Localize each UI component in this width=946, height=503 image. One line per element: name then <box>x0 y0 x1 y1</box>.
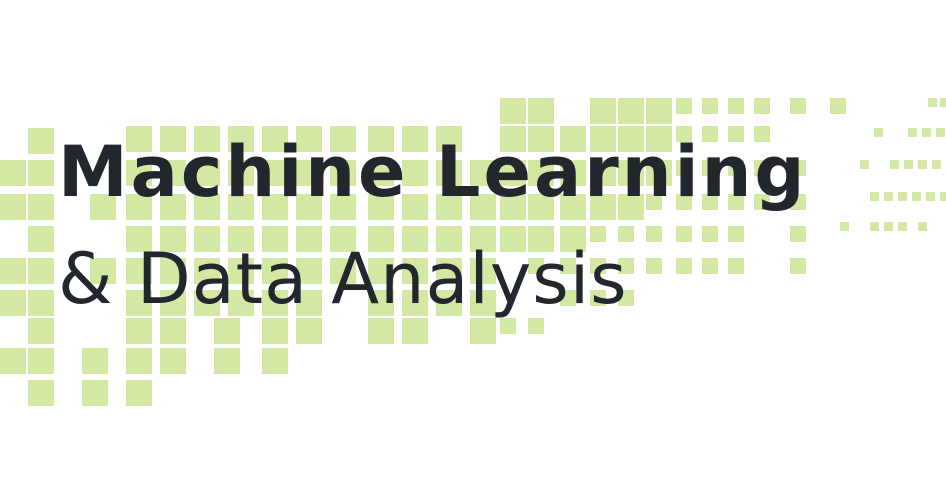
pattern-square <box>870 222 879 231</box>
pattern-square <box>528 98 554 124</box>
pattern-square <box>932 160 941 169</box>
pattern-square <box>840 222 849 231</box>
pattern-square <box>926 192 935 201</box>
pattern-square <box>754 98 770 114</box>
pattern-square <box>126 348 152 374</box>
pattern-square <box>918 160 927 169</box>
pattern-square <box>898 192 907 201</box>
pattern-square <box>500 98 526 124</box>
pattern-square <box>82 380 108 406</box>
pattern-square <box>528 318 544 334</box>
pattern-square <box>368 318 394 344</box>
pattern-square <box>884 192 893 201</box>
pattern-square <box>0 160 26 186</box>
pattern-square <box>728 258 744 274</box>
pattern-square <box>676 258 692 274</box>
pattern-square <box>874 128 883 137</box>
pattern-square <box>940 192 946 201</box>
pattern-square <box>904 160 913 169</box>
pattern-square <box>262 318 288 344</box>
pattern-square <box>922 128 931 137</box>
pattern-square <box>402 318 428 344</box>
pattern-square <box>702 226 718 242</box>
pattern-square <box>728 98 744 114</box>
pattern-square <box>0 290 26 316</box>
pattern-square <box>884 222 893 231</box>
pattern-square <box>262 348 288 374</box>
pattern-square <box>500 318 516 334</box>
pattern-square <box>908 128 917 137</box>
pattern-square <box>898 222 907 231</box>
pattern-square <box>28 380 54 406</box>
pattern-square <box>0 348 26 374</box>
pattern-square <box>936 128 945 137</box>
pattern-square <box>646 226 662 242</box>
pattern-square <box>28 258 54 284</box>
pattern-square <box>928 98 937 107</box>
pattern-square <box>646 98 672 124</box>
pattern-square <box>28 194 54 220</box>
pattern-square <box>160 318 186 344</box>
pattern-square <box>0 258 26 284</box>
pattern-square <box>470 318 496 344</box>
pattern-square <box>160 348 186 374</box>
pattern-square <box>82 348 108 374</box>
pattern-square <box>918 222 927 231</box>
pattern-square <box>28 128 54 154</box>
pattern-square <box>870 192 879 201</box>
pattern-square <box>830 98 846 114</box>
pattern-square <box>702 98 718 114</box>
pattern-square <box>214 348 240 374</box>
pattern-square <box>890 160 899 169</box>
pattern-square <box>860 160 869 169</box>
pattern-square <box>702 258 718 274</box>
pattern-square <box>296 318 322 344</box>
pattern-square <box>940 98 946 107</box>
pattern-square <box>28 160 54 186</box>
pattern-square <box>728 226 744 242</box>
pattern-square <box>646 258 662 274</box>
pattern-square <box>912 192 921 201</box>
pattern-square <box>126 318 152 344</box>
pattern-square <box>28 226 54 252</box>
pattern-square <box>0 194 26 220</box>
banner: Machine Learning & Data Analysis <box>0 0 946 503</box>
pattern-square <box>790 258 806 274</box>
pattern-square <box>28 348 54 374</box>
pattern-square <box>590 98 616 124</box>
title-line-2: & Data Analysis <box>58 238 628 320</box>
pattern-square <box>126 380 152 406</box>
pattern-square <box>676 226 692 242</box>
title-line-1: Machine Learning <box>58 131 808 213</box>
pattern-square <box>618 98 644 124</box>
pattern-square <box>214 318 240 344</box>
pattern-square <box>790 98 806 114</box>
pattern-square <box>28 318 54 344</box>
pattern-square <box>28 290 54 316</box>
pattern-square <box>676 98 692 114</box>
pattern-square <box>790 226 806 242</box>
